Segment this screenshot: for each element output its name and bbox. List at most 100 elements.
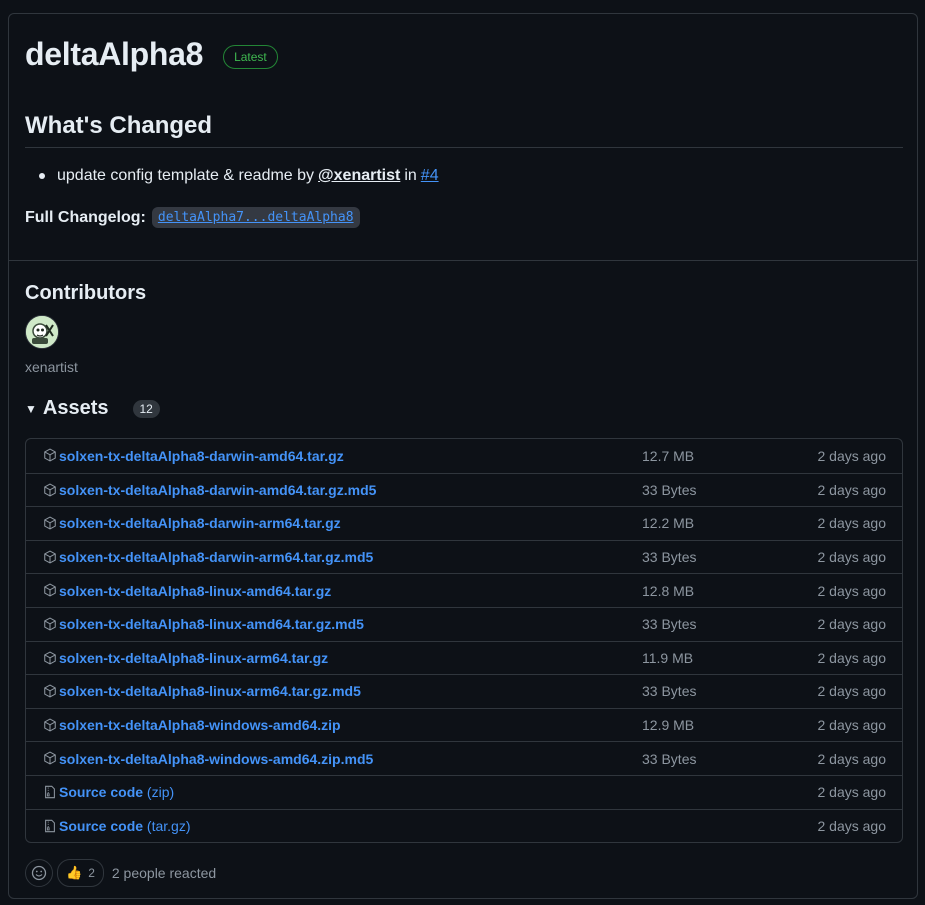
asset-name: Source code: [59, 817, 144, 834]
full-changelog-label: Full Changelog:: [25, 208, 146, 226]
asset-row: solxen-tx-deltaAlpha8-linux-amd64.tar.gz…: [26, 573, 902, 607]
change-text: update config template & readme by: [57, 167, 315, 184]
thumbs-up-icon: 👍: [66, 865, 83, 880]
bullet-icon: [39, 173, 45, 179]
asset-download-link[interactable]: solxen-tx-deltaAlpha8-linux-amd64.tar.gz: [59, 583, 331, 599]
assets-heading: Assets: [42, 397, 109, 419]
asset-download-link[interactable]: solxen-tx-deltaAlpha8-darwin-amd64.tar.g…: [59, 448, 344, 464]
asset-name: solxen-tx-deltaAlpha8-linux-amd64.tar.gz…: [59, 616, 364, 633]
asset-size: 12.8 MB: [642, 582, 695, 599]
package-icon: [43, 683, 57, 699]
asset-size: 33 Bytes: [642, 616, 697, 633]
reactions-bar: 👍 2 2 people reacted: [25, 859, 216, 887]
asset-name: solxen-tx-deltaAlpha8-darwin-arm64.tar.g…: [59, 549, 374, 566]
assets-toggle[interactable]: ▼ Assets 12: [25, 397, 160, 420]
full-changelog: Full Changelog: deltaAlpha7...deltaAlpha…: [25, 207, 360, 228]
asset-name: solxen-tx-deltaAlpha8-windows-amd64.zip.…: [59, 750, 374, 767]
asset-size: 33 Bytes: [642, 683, 697, 700]
contributor-name[interactable]: xenartist: [25, 359, 78, 375]
reaction-summary: 2 people reacted: [111, 865, 217, 881]
avatar-icon: [26, 316, 58, 348]
package-icon: [43, 650, 57, 666]
asset-download-link[interactable]: Source code (tar.gz): [59, 818, 191, 834]
asset-date: 2 days ago: [817, 717, 887, 734]
asset-row: solxen-tx-deltaAlpha8-windows-amd64.zip 1…: [26, 707, 902, 742]
asset-row: solxen-tx-deltaAlpha8-darwin-amd64.tar.g…: [26, 472, 902, 507]
user-mention-link[interactable]: @xenartist: [318, 167, 400, 185]
package-icon: [43, 582, 57, 598]
package-icon: [43, 750, 57, 766]
asset-size: 12.7 MB: [642, 447, 695, 464]
asset-row: Source code (tar.gz) 2 days ago: [26, 808, 902, 843]
asset-date: 2 days ago: [817, 481, 887, 498]
latest-badge: Latest: [223, 44, 278, 69]
asset-row: solxen-tx-deltaAlpha8-darwin-arm64.tar.g…: [26, 506, 902, 540]
asset-size: 11.9 MB: [642, 649, 694, 666]
smiley-icon: [31, 865, 47, 881]
asset-download-link[interactable]: solxen-tx-deltaAlpha8-darwin-arm64.tar.g…: [59, 549, 373, 565]
asset-extension: (zip): [146, 784, 175, 801]
asset-download-link[interactable]: solxen-tx-deltaAlpha8-linux-amd64.tar.gz…: [59, 616, 364, 632]
assets-table: solxen-tx-deltaAlpha8-darwin-amd64.tar.g…: [25, 438, 903, 844]
asset-date: 2 days ago: [817, 447, 887, 464]
asset-download-link[interactable]: solxen-tx-deltaAlpha8-linux-arm64.tar.gz: [59, 650, 328, 666]
asset-row: solxen-tx-deltaAlpha8-darwin-amd64.tar.g…: [26, 439, 902, 473]
package-icon: [43, 549, 57, 565]
asset-name: Source code: [59, 784, 144, 801]
asset-name: solxen-tx-deltaAlpha8-darwin-amd64.tar.g…: [59, 481, 377, 498]
thumbs-up-reaction-button[interactable]: 👍 2: [57, 859, 104, 887]
asset-size: 33 Bytes: [642, 549, 697, 566]
heading-divider: [25, 147, 903, 148]
asset-date: 2 days ago: [817, 683, 887, 700]
asset-row: solxen-tx-deltaAlpha8-linux-arm64.tar.gz…: [26, 674, 902, 708]
package-icon: [43, 482, 57, 498]
release-title[interactable]: deltaAlpha8: [25, 36, 203, 73]
contributors-heading: Contributors: [25, 282, 147, 304]
asset-download-link[interactable]: solxen-tx-deltaAlpha8-linux-arm64.tar.gz…: [59, 683, 361, 699]
asset-date: 2 days ago: [817, 549, 887, 566]
compare-link[interactable]: deltaAlpha7...deltaAlpha8: [151, 207, 360, 228]
asset-name: solxen-tx-deltaAlpha8-darwin-arm64.tar.g…: [59, 515, 341, 532]
package-icon: [43, 717, 57, 733]
asset-date: 2 days ago: [817, 515, 887, 532]
asset-date: 2 days ago: [817, 817, 887, 834]
add-reaction-button[interactable]: [25, 859, 53, 887]
asset-download-link[interactable]: solxen-tx-deltaAlpha8-darwin-amd64.tar.g…: [59, 482, 376, 498]
asset-row: solxen-tx-deltaAlpha8-darwin-arm64.tar.g…: [26, 539, 902, 574]
asset-download-link[interactable]: Source code (zip): [59, 784, 174, 800]
thumbs-up-count: 2: [88, 866, 95, 880]
asset-name: solxen-tx-deltaAlpha8-windows-amd64.zip: [59, 717, 341, 734]
asset-date: 2 days ago: [817, 649, 887, 666]
release-header: deltaAlpha8 Latest: [25, 36, 278, 73]
asset-download-link[interactable]: solxen-tx-deltaAlpha8-windows-amd64.zip: [59, 717, 341, 733]
asset-row: solxen-tx-deltaAlpha8-linux-arm64.tar.gz…: [26, 640, 902, 675]
asset-size: 12.2 MB: [642, 515, 695, 532]
in-text: in: [404, 167, 417, 184]
asset-date: 2 days ago: [817, 616, 887, 633]
asset-size: 33 Bytes: [642, 481, 697, 498]
asset-name: solxen-tx-deltaAlpha8-darwin-amd64.tar.g…: [59, 447, 344, 464]
package-icon: [43, 447, 57, 463]
asset-row: solxen-tx-deltaAlpha8-windows-amd64.zip.…: [26, 741, 902, 775]
asset-extension: (tar.gz): [146, 817, 191, 834]
triangle-down-icon: ▼: [25, 401, 37, 416]
assets-count-badge: 12: [132, 399, 160, 418]
asset-size: 12.9 MB: [642, 717, 695, 734]
file-zip-icon: [43, 784, 57, 800]
asset-name: solxen-tx-deltaAlpha8-linux-arm64.tar.gz: [59, 649, 329, 666]
asset-name: solxen-tx-deltaAlpha8-linux-amd64.tar.gz: [59, 582, 332, 599]
package-icon: [43, 515, 57, 531]
asset-download-link[interactable]: solxen-tx-deltaAlpha8-darwin-arm64.tar.g…: [59, 515, 341, 531]
package-icon: [43, 616, 57, 632]
pull-request-link[interactable]: #4: [421, 167, 439, 185]
release-card: deltaAlpha8 Latest What's Changed update…: [8, 13, 918, 899]
contributor-avatar[interactable]: [25, 315, 59, 349]
file-zip-icon: [43, 818, 57, 834]
asset-name: solxen-tx-deltaAlpha8-linux-arm64.tar.gz…: [59, 683, 361, 700]
asset-download-link[interactable]: solxen-tx-deltaAlpha8-windows-amd64.zip.…: [59, 751, 373, 767]
asset-date: 2 days ago: [817, 750, 887, 767]
section-divider: [9, 260, 917, 261]
asset-size: 33 Bytes: [642, 750, 697, 767]
whats-changed-heading: What's Changed: [25, 112, 213, 139]
asset-row: Source code (zip) 2 days ago: [26, 774, 902, 809]
